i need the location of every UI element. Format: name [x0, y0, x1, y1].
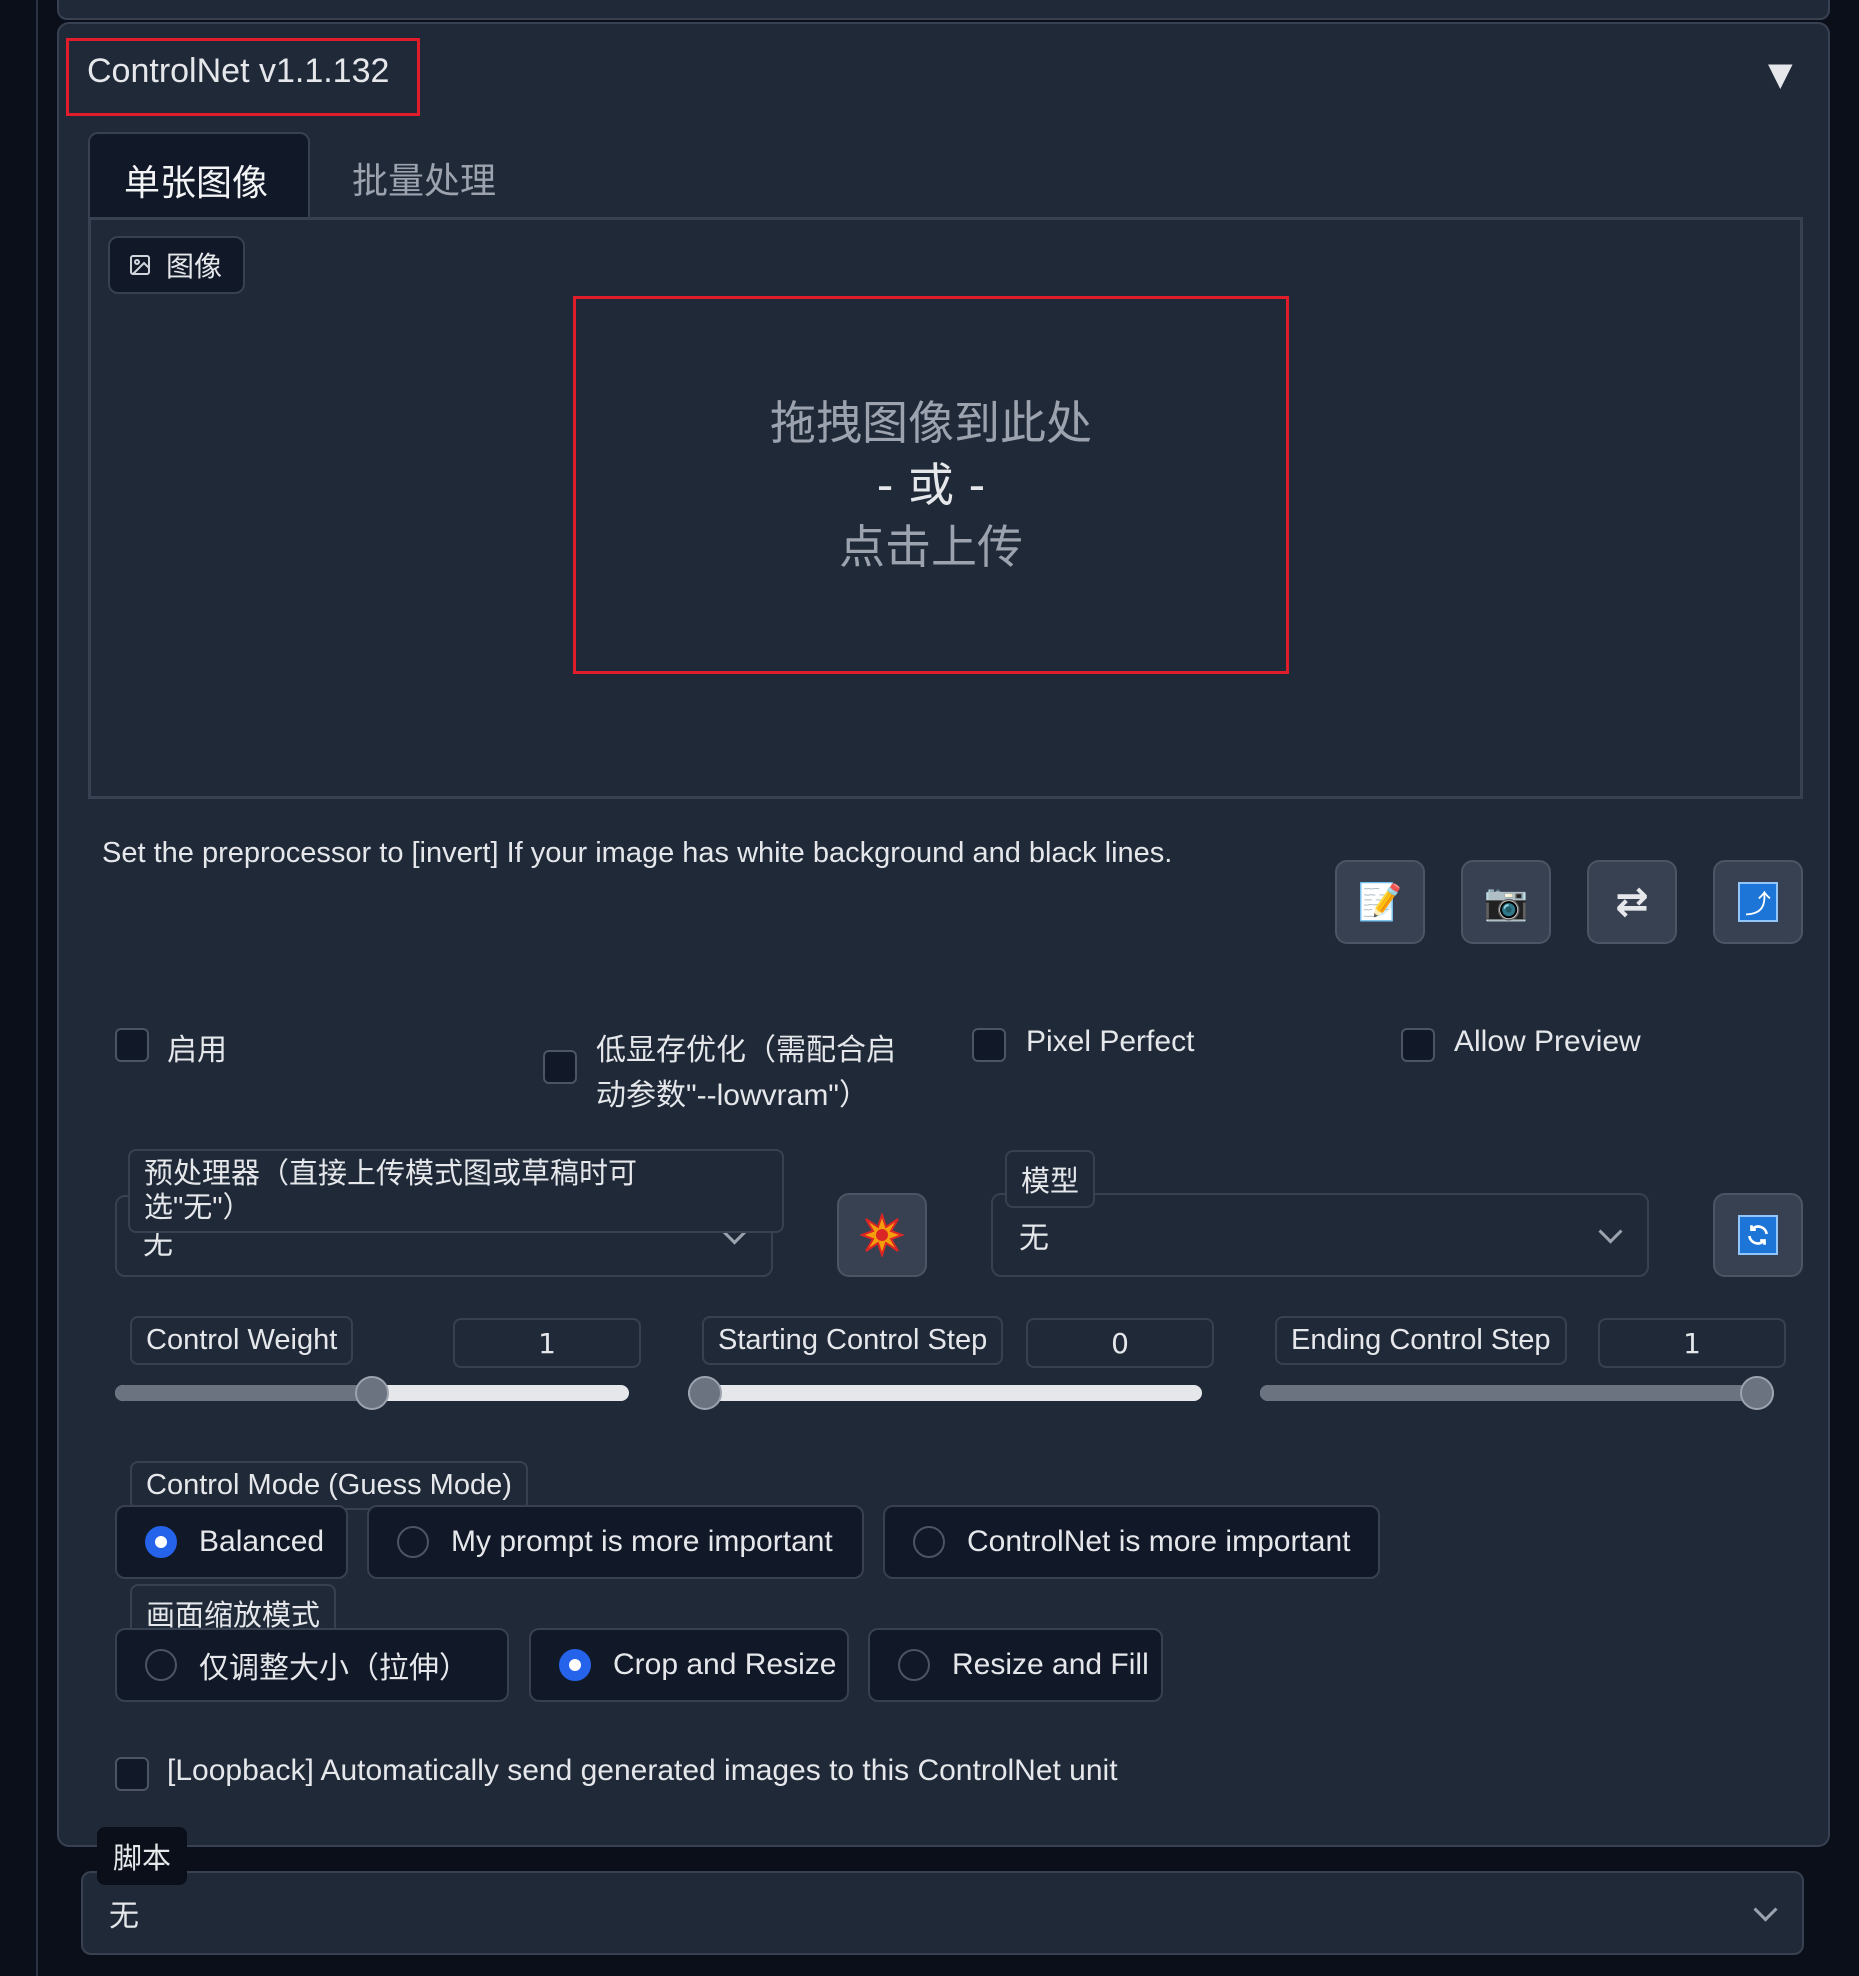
preprocessor-label-line2: 选"无"）: [144, 1192, 252, 1224]
refresh-icon: [1738, 1215, 1778, 1255]
chevron-down-icon: [1598, 1219, 1623, 1244]
preprocessor-label-line1: 预处理器（直接上传模式图或草稿时可: [144, 1158, 638, 1190]
radio-icon: [145, 1649, 177, 1681]
drop-text: 拖拽图像到此处: [770, 396, 1092, 450]
image-icon: [130, 255, 150, 275]
control-mode-option-label: My prompt is more important: [451, 1525, 833, 1558]
camera-icon: 📷: [1483, 882, 1529, 923]
swap-icon: ⇄: [1615, 879, 1649, 925]
radio-selected-icon: [559, 1649, 591, 1681]
image-drop-zone[interactable]: 拖拽图像到此处 - 或 - 点击上传: [573, 296, 1289, 674]
ending-step-thumb[interactable]: [1740, 1376, 1774, 1410]
upload-icon: ⤴: [1738, 882, 1778, 922]
preprocessor-hint: Set the preprocessor to [invert] If your…: [102, 837, 1173, 869]
accordion-title[interactable]: ControlNet v1.1.132: [87, 52, 389, 91]
radio-icon: [898, 1649, 930, 1681]
collapse-arrow-icon[interactable]: ▼: [1768, 55, 1793, 93]
radio-selected-icon: [145, 1526, 177, 1558]
resize-mode-option-label: 仅调整大小（拉伸）: [199, 1652, 469, 1685]
control-mode-option-label: ControlNet is more important: [967, 1525, 1351, 1558]
left-rail: [0, 0, 38, 1976]
control-weight-fill: [115, 1385, 372, 1401]
script-label: 脚本: [97, 1827, 188, 1885]
allow-preview-checkbox[interactable]: [1401, 1028, 1435, 1062]
run-preprocessor-button[interactable]: [837, 1193, 927, 1277]
model-value: 无: [1019, 1221, 1049, 1256]
control-mode-controlnet[interactable]: ControlNet is more important: [883, 1505, 1380, 1579]
starting-step-track[interactable]: [688, 1385, 1202, 1401]
enable-checkbox[interactable]: [115, 1028, 149, 1062]
camera-button[interactable]: 📷: [1461, 860, 1551, 944]
chevron-down-icon: [1753, 1897, 1778, 1922]
control-mode-balanced[interactable]: Balanced: [115, 1505, 348, 1579]
control-weight-input[interactable]: 1: [453, 1318, 641, 1368]
tab-batch[interactable]: 批量处理: [318, 132, 530, 220]
ending-step-label: Ending Control Step: [1275, 1316, 1567, 1365]
ending-step-track[interactable]: [1260, 1385, 1774, 1401]
swap-button[interactable]: ⇄: [1587, 860, 1677, 944]
image-label-text: 图像: [166, 250, 223, 283]
resize-mode-just-resize[interactable]: 仅调整大小（拉伸）: [115, 1628, 509, 1702]
control-weight-thumb[interactable]: [355, 1376, 389, 1410]
ending-step-fill: [1260, 1385, 1774, 1401]
preprocessor-label: 预处理器（直接上传模式图或草稿时可 选"无"）: [128, 1149, 784, 1233]
drop-or-text: - 或 -: [876, 458, 986, 512]
script-value: 无: [109, 1899, 139, 1934]
control-mode-prompt[interactable]: My prompt is more important: [367, 1505, 864, 1579]
image-label: 图像: [108, 236, 245, 294]
pixel-perfect-checkbox[interactable]: [972, 1028, 1006, 1062]
radio-icon: [397, 1526, 429, 1558]
model-label: 模型: [1005, 1150, 1096, 1208]
script-select[interactable]: 无: [81, 1871, 1804, 1955]
memo-button[interactable]: 📝: [1335, 860, 1425, 944]
memo-icon: 📝: [1357, 882, 1403, 923]
loopback-label: [Loopback] Automatically send generated …: [167, 1754, 1118, 1787]
previous-panel: [57, 0, 1830, 20]
pixel-perfect-label: Pixel Perfect: [1026, 1025, 1195, 1058]
tab-single-image[interactable]: 单张图像: [88, 132, 310, 220]
resize-mode-option-label: Resize and Fill: [952, 1648, 1149, 1681]
lowvram-label-line2: 动参数"--lowvram"）: [596, 1079, 869, 1112]
resize-mode-crop-and-resize[interactable]: Crop and Resize: [529, 1628, 849, 1702]
loopback-checkbox[interactable]: [115, 1757, 149, 1791]
explosion-icon: [860, 1213, 904, 1257]
starting-step-input[interactable]: 0: [1026, 1318, 1214, 1368]
resize-mode-resize-and-fill[interactable]: Resize and Fill: [868, 1628, 1163, 1702]
control-mode-option-label: Balanced: [199, 1525, 325, 1558]
click-upload-text: 点击上传: [839, 520, 1023, 574]
starting-step-thumb[interactable]: [688, 1376, 722, 1410]
allow-preview-label: Allow Preview: [1454, 1025, 1641, 1058]
resize-mode-option-label: Crop and Resize: [613, 1648, 837, 1681]
starting-step-label: Starting Control Step: [702, 1316, 1004, 1365]
left-rail-divider: [36, 0, 38, 1976]
ending-step-input[interactable]: 1: [1598, 1318, 1786, 1368]
lowvram-checkbox[interactable]: [543, 1050, 577, 1084]
radio-icon: [913, 1526, 945, 1558]
lowvram-label-line1: 低显存优化（需配合启: [596, 1034, 896, 1067]
refresh-models-button[interactable]: [1713, 1193, 1803, 1277]
enable-label: 启用: [167, 1034, 227, 1067]
upload-button[interactable]: ⤴: [1713, 860, 1803, 944]
control-mode-label: Control Mode (Guess Mode): [130, 1461, 528, 1510]
control-weight-label: Control Weight: [130, 1316, 354, 1365]
